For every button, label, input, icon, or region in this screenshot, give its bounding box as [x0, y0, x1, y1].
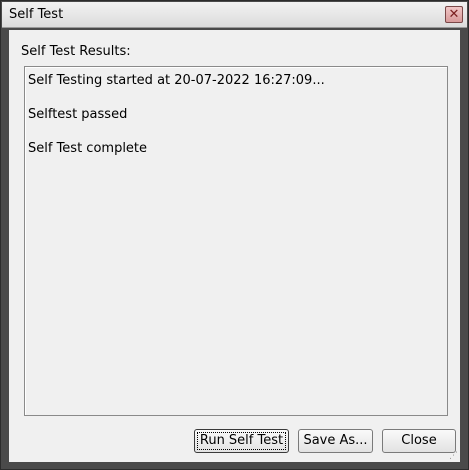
- resize-grip-icon[interactable]: ⋰: [449, 451, 459, 461]
- close-button[interactable]: Close: [382, 429, 456, 453]
- self-test-window: Self Test ✕ Self Test Results: Self Test…: [0, 0, 469, 470]
- dialog-body: Self Test Results: Self Testing started …: [9, 30, 460, 462]
- results-line: Self Testing started at 20-07-2022 16:27…: [28, 73, 325, 88]
- title-bar[interactable]: Self Test ✕: [2, 2, 467, 28]
- results-line: Selftest passed: [28, 107, 128, 122]
- save-as-button[interactable]: Save As...: [298, 429, 373, 453]
- results-textbox[interactable]: Self Testing started at 20-07-2022 16:27…: [24, 66, 448, 416]
- results-line: Self Test complete: [28, 141, 148, 156]
- run-self-test-button[interactable]: Run Self Test: [194, 429, 289, 453]
- window-title: Self Test: [9, 7, 64, 22]
- results-label: Self Test Results:: [21, 44, 131, 59]
- close-icon[interactable]: ✕: [445, 6, 463, 23]
